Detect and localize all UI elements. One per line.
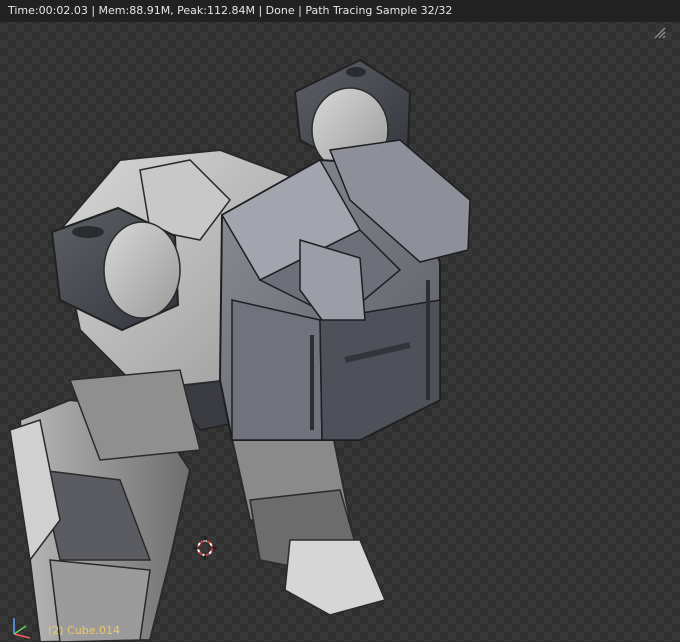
grid-icon <box>654 27 666 39</box>
render-status-text: Time:00:02.03 | Mem:88.91M, Peak:112.84M… <box>8 4 453 17</box>
mech-model-render <box>9 58 471 642</box>
viewport-split-widget[interactable] <box>648 22 672 44</box>
3d-cursor-icon[interactable] <box>193 536 217 560</box>
render-viewport[interactable]: Time:00:02.03 | Mem:88.91M, Peak:112.84M… <box>0 0 680 642</box>
axis-gizmo-icon <box>13 618 31 639</box>
active-object-label: (2) Cube.014 <box>48 624 120 637</box>
render-status-bar: Time:00:02.03 | Mem:88.91M, Peak:112.84M… <box>0 0 680 22</box>
